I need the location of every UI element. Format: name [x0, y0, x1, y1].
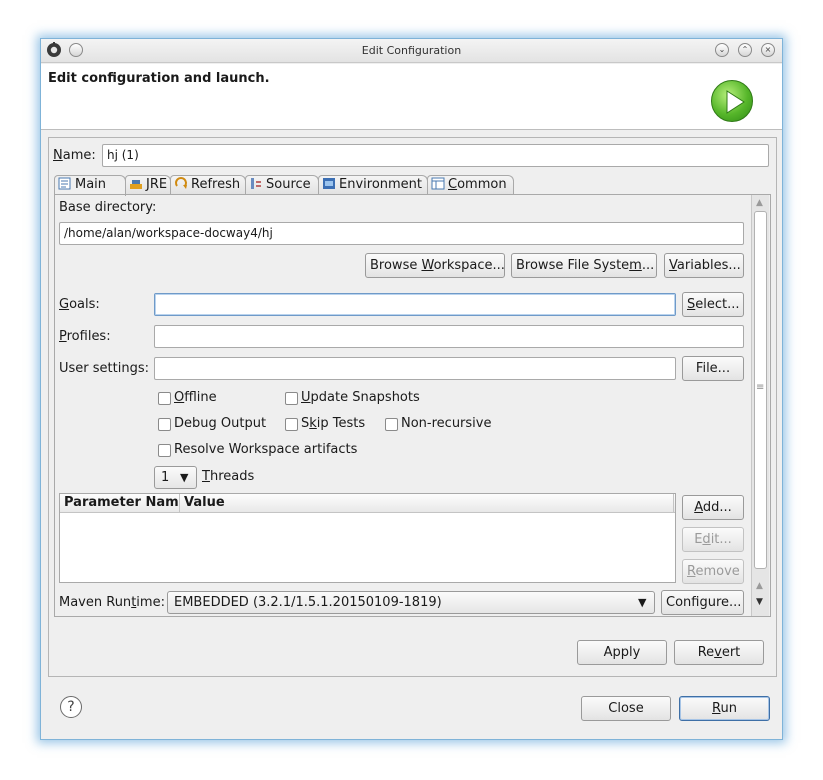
- user-settings-input[interactable]: [154, 357, 676, 380]
- revert-button[interactable]: Revert: [674, 640, 764, 665]
- parameter-table[interactable]: Parameter Nam Value: [59, 493, 676, 583]
- maven-runtime-select[interactable]: EMBEDDED (3.2.1/1.5.1.20150109-1819) ▼: [167, 591, 655, 614]
- select-goals-button[interactable]: Select...: [682, 292, 744, 317]
- minimize-icon[interactable]: ⌄: [715, 43, 729, 57]
- skip-tests-label[interactable]: Skip Tests: [301, 416, 365, 431]
- goals-label: Goals:: [59, 297, 100, 312]
- variables-button[interactable]: Variables...: [664, 253, 744, 278]
- help-glyph: ?: [67, 699, 75, 715]
- close-icon[interactable]: ×: [761, 43, 775, 57]
- parameter-table-header: Parameter Nam Value: [60, 494, 675, 513]
- resolve-workspace-label[interactable]: Resolve Workspace artifacts: [174, 442, 357, 457]
- environment-icon: [322, 177, 336, 190]
- column-header-value[interactable]: Value: [184, 495, 225, 510]
- tab-main[interactable]: Main: [54, 175, 126, 196]
- tab-jre[interactable]: JRE: [125, 175, 171, 195]
- edit-configuration-dialog: Edit Configuration ⌄ ⌃ × Edit configurat…: [40, 38, 783, 740]
- column-divider[interactable]: [179, 494, 180, 512]
- dialog-header: Edit configuration and launch.: [41, 64, 782, 130]
- main-tab-icon: [58, 177, 72, 190]
- non-recursive-label[interactable]: Non-recursive: [401, 416, 491, 431]
- tab-refresh[interactable]: Refresh: [170, 175, 246, 195]
- chevron-down-icon: ▼: [638, 596, 647, 609]
- skip-tests-checkbox[interactable]: [285, 418, 298, 431]
- dialog-header-title: Edit configuration and launch.: [48, 71, 270, 86]
- browse-workspace-button[interactable]: Browse Workspace...: [365, 253, 505, 278]
- browse-file-system-button[interactable]: Browse File System...: [511, 253, 657, 278]
- profiles-label: Profiles:: [59, 329, 111, 344]
- debug-output-label[interactable]: Debug Output: [174, 416, 266, 431]
- scroll-grip-icon: ≡: [756, 382, 765, 393]
- offline-label[interactable]: Offline: [174, 390, 217, 405]
- help-icon[interactable]: ?: [60, 696, 82, 718]
- configure-runtime-button[interactable]: Configure...: [661, 590, 744, 615]
- base-directory-label: Base directory:: [59, 200, 157, 215]
- resolve-workspace-checkbox[interactable]: [158, 444, 171, 457]
- source-icon: [249, 177, 263, 190]
- edit-parameter-button[interactable]: Edit...: [682, 527, 744, 552]
- run-launch-icon: [711, 80, 753, 122]
- tab-source[interactable]: Source: [245, 175, 319, 195]
- scroll-up-small-icon[interactable]: ▲: [756, 581, 763, 591]
- maximize-icon[interactable]: ⌃: [738, 43, 752, 57]
- column-header-parameter-name[interactable]: Parameter Nam: [64, 495, 178, 510]
- file-button[interactable]: File...: [682, 356, 744, 381]
- window-title: Edit Configuration: [361, 44, 462, 57]
- goals-input[interactable]: [154, 293, 676, 316]
- user-settings-label: User settings:: [59, 361, 149, 376]
- threads-label: Threads: [202, 469, 255, 484]
- name-label: Name:: [53, 148, 96, 163]
- tab-environment[interactable]: Environment: [318, 175, 428, 195]
- profiles-input[interactable]: [154, 325, 744, 348]
- jre-icon: [129, 177, 143, 190]
- run-button[interactable]: Run: [679, 696, 770, 721]
- chevron-down-icon: ▼: [180, 471, 189, 484]
- update-snapshots-checkbox[interactable]: [285, 392, 298, 405]
- close-button[interactable]: Close: [581, 696, 671, 721]
- scroll-up-icon[interactable]: ▲: [756, 198, 763, 208]
- update-snapshots-label[interactable]: Update Snapshots: [301, 390, 420, 405]
- scroll-down-icon[interactable]: ▼: [756, 597, 763, 607]
- remove-parameter-button[interactable]: Remove: [682, 559, 744, 584]
- scrollbar-thumb[interactable]: ≡: [754, 211, 767, 569]
- add-parameter-button[interactable]: Add...: [682, 495, 744, 520]
- title-bar[interactable]: Edit Configuration ⌄ ⌃ ×: [41, 39, 782, 63]
- refresh-icon: [174, 177, 188, 190]
- apply-button[interactable]: Apply: [577, 640, 667, 665]
- tab-common[interactable]: Common: [427, 175, 514, 195]
- name-input[interactable]: hj (1): [102, 144, 769, 167]
- maven-runtime-label: Maven Runtime:: [59, 595, 165, 610]
- vertical-scrollbar[interactable]: ▲ ≡ ▲ ▼: [751, 195, 769, 616]
- debug-output-checkbox[interactable]: [158, 418, 171, 431]
- base-directory-input[interactable]: /home/alan/workspace-docway4/hj: [59, 222, 744, 245]
- threads-select[interactable]: 1 ▼: [154, 466, 197, 489]
- column-divider: [673, 494, 674, 512]
- common-icon: [431, 177, 445, 190]
- offline-checkbox[interactable]: [158, 392, 171, 405]
- non-recursive-checkbox[interactable]: [385, 418, 398, 431]
